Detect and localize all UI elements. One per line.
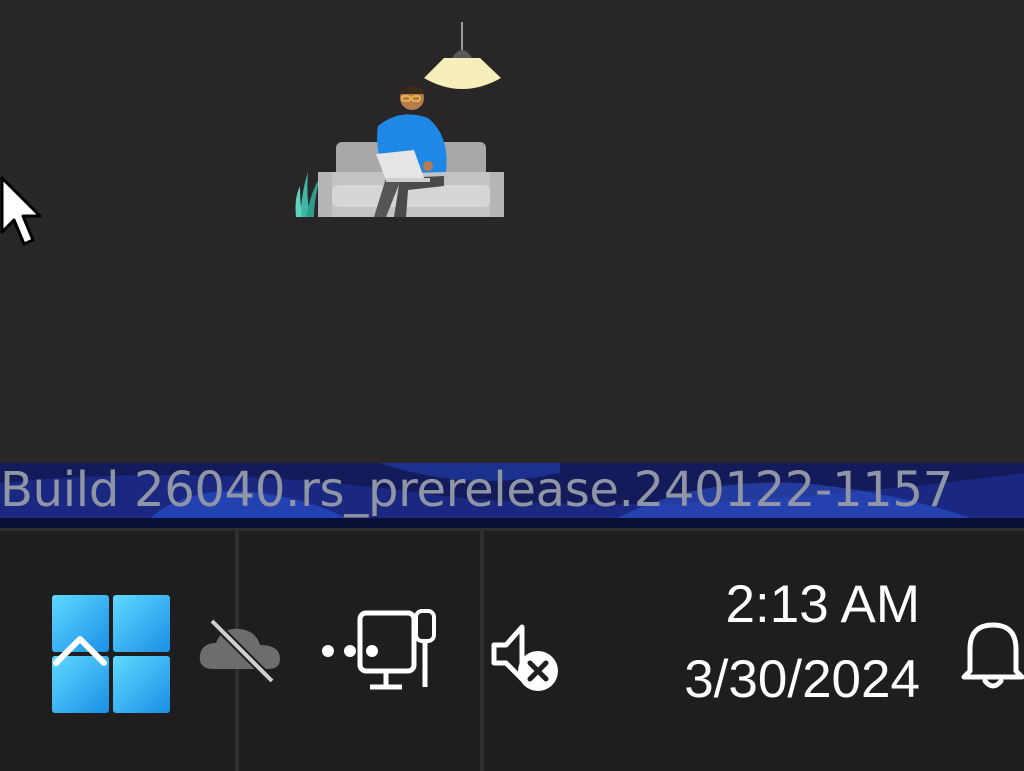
clock-time: 2:13 AM (725, 575, 920, 634)
app-window (0, 0, 1024, 463)
desktop-wallpaper: Build 26040.rs_prerelease.240122-1157 (0, 463, 1024, 528)
volume-muted-icon[interactable] (488, 619, 568, 699)
taskbar-divider (480, 531, 484, 771)
mouse-pointer-icon (0, 176, 42, 246)
clock-date: 3/30/2024 (684, 650, 920, 709)
taskbar-clock[interactable]: 2:13 AM 3/30/2024 (620, 575, 920, 710)
start-button[interactable] (52, 595, 170, 713)
person-on-sofa-illustration (295, 22, 504, 217)
taskbar: 2:13 AM 3/30/2024 (0, 528, 1024, 771)
bell-icon[interactable] (958, 613, 1024, 693)
network-disconnected-icon[interactable] (316, 607, 446, 697)
build-watermark-text: Build 26040.rs_prerelease.240122-1157 (0, 463, 954, 518)
onedrive-offline-icon[interactable] (196, 615, 286, 685)
